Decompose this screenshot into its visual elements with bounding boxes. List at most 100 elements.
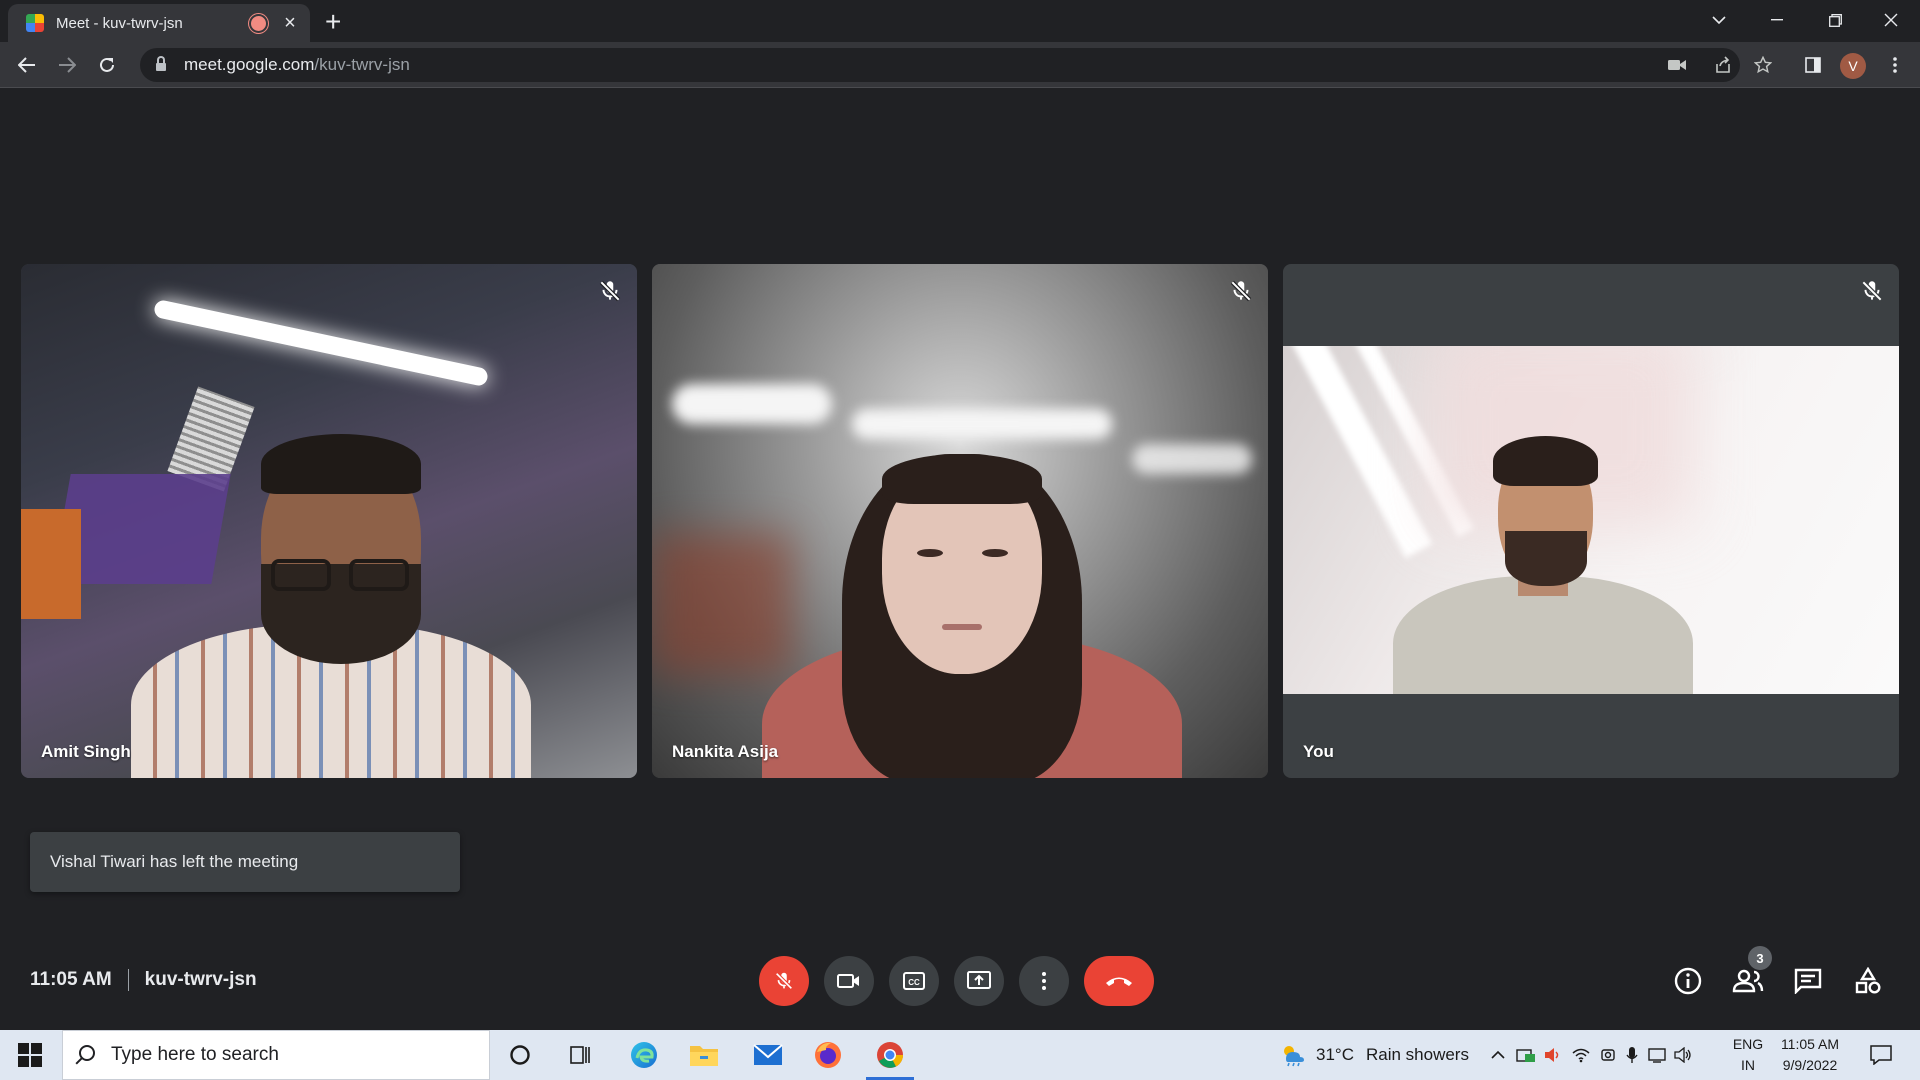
tab-strip: Meet - kuv-twrv-jsn × + [0,0,1920,42]
task-view-button[interactable] [552,1030,608,1080]
cortana-button[interactable] [492,1030,548,1080]
notification-center-button[interactable] [1858,1030,1904,1080]
people-icon [1732,969,1764,993]
captions-button[interactable]: CC [889,956,939,1006]
share-icon[interactable] [1708,50,1738,80]
video-feed [21,264,637,778]
participant-tile-amit-singh[interactable]: Amit Singh [21,264,637,778]
camera-tray-icon[interactable] [1600,1047,1616,1063]
browser-menu-icon[interactable] [1880,50,1910,80]
firefox-icon [815,1042,841,1068]
edge-app[interactable] [616,1030,672,1080]
more-vert-icon [1042,972,1046,990]
url-domain: meet.google.com [184,55,315,74]
reload-button[interactable] [92,50,122,80]
weather-description: Rain showers [1365,1045,1469,1064]
bookmark-star-icon[interactable] [1748,50,1778,80]
camera-toggle-button[interactable] [824,956,874,1006]
side-panel-icon[interactable] [1798,50,1828,80]
participant-name: Nankita Asija [672,742,779,761]
mail-icon [753,1044,783,1065]
weather-temperature: 31°C [1316,1045,1354,1064]
toast-message: Vishal Tiwari has left the meeting [50,852,299,871]
speaker-icon[interactable] [1544,1047,1562,1063]
svg-text:CC: CC [908,978,920,987]
start-button[interactable] [10,1040,50,1070]
captions-icon: CC [903,972,925,990]
back-button[interactable] [12,50,42,80]
microphone-tray-icon[interactable] [1626,1046,1638,1064]
clock-date: 9/9/2022 [1782,1057,1838,1073]
mic-off-icon [599,280,621,302]
browser-tab[interactable]: Meet - kuv-twrv-jsn × [8,4,310,42]
hang-up-icon [1106,977,1132,986]
participant-tile-you[interactable]: You [1283,264,1899,778]
cortana-circle-icon [510,1045,530,1065]
participant-count-badge: 3 [1748,946,1772,970]
chrome-app[interactable] [862,1030,918,1080]
lock-icon[interactable] [156,56,166,71]
browser-toolbar: meet.google.com/kuv-twrv-jsn [0,42,1920,88]
leave-call-button[interactable] [1084,956,1154,1006]
participant-name: You [1303,742,1334,761]
windows-taskbar: Type here to search 31°C Rain showers EN [0,1030,1920,1080]
wifi-icon[interactable] [1572,1047,1590,1063]
camera-in-use-icon[interactable] [1662,50,1692,80]
more-options-button[interactable] [1019,956,1069,1006]
chrome-icon [877,1042,903,1068]
mic-off-icon [1230,280,1252,302]
rain-cloud-icon [1284,1046,1304,1067]
recording-indicator-icon [251,15,266,31]
volume-icon[interactable] [1674,1047,1692,1063]
show-hidden-icons-chevron-icon[interactable] [1490,1050,1506,1060]
meeting-details-button[interactable] [1671,964,1705,998]
notifications-icon [1870,1045,1892,1065]
chat-button[interactable] [1791,964,1825,998]
meeting-details: 11:05 AM kuv-twrv-jsn [30,969,257,991]
meeting-code: kuv-twrv-jsn [144,969,257,990]
security-app-icon[interactable] [1516,1047,1536,1063]
video-feed [652,264,1268,778]
mic-off-icon [775,972,793,990]
close-tab-icon[interactable]: × [280,12,300,35]
mic-toggle-button[interactable] [759,956,809,1006]
tab-title: Meet - kuv-twrv-jsn [56,14,183,32]
meet-favicon-icon [26,14,44,32]
info-icon [1674,967,1702,995]
task-view-icon [570,1046,590,1064]
region-code: IN [1741,1057,1755,1073]
address-bar[interactable]: meet.google.com/kuv-twrv-jsn [140,48,1740,82]
chat-icon [1794,968,1822,994]
activities-button[interactable] [1851,964,1885,998]
camera-icon [837,974,859,988]
system-clock[interactable]: 11:05 AM 9/9/2022 [1770,1034,1850,1076]
taskbar-search-box[interactable]: Type here to search [62,1030,490,1080]
divider [127,969,129,991]
participant-tile-nankita-asija[interactable]: Nankita Asija [652,264,1268,778]
present-screen-button[interactable] [954,956,1004,1006]
present-icon [967,971,991,989]
forward-button[interactable] [52,50,82,80]
weather-widget[interactable]: 31°C Rain showers [1280,1030,1469,1080]
network-icon[interactable] [1648,1047,1666,1063]
tab-search-icon[interactable] [1690,0,1748,40]
meeting-time: 11:05 AM [30,969,112,990]
video-feed [1283,346,1899,694]
participant-name: Amit Singh [41,742,131,761]
minimize-button[interactable] [1748,0,1806,40]
edge-icon [631,1042,657,1068]
folder-icon [690,1046,718,1066]
input-language-indicator[interactable]: ENG IN [1728,1034,1768,1076]
profile-avatar[interactable]: V [1840,53,1866,79]
notification-toast: Vishal Tiwari has left the meeting [30,832,460,892]
language-code: ENG [1732,1036,1764,1052]
search-placeholder: Type here to search [111,1044,279,1065]
close-window-button[interactable] [1862,0,1920,40]
firefox-app[interactable] [800,1030,856,1080]
new-tab-button[interactable]: + [325,6,341,38]
restore-button[interactable] [1806,0,1864,40]
url-path: /kuv-twrv-jsn [314,55,410,74]
file-explorer-app[interactable] [676,1030,732,1080]
activities-shapes-icon [1855,967,1881,994]
mail-app[interactable] [740,1030,796,1080]
